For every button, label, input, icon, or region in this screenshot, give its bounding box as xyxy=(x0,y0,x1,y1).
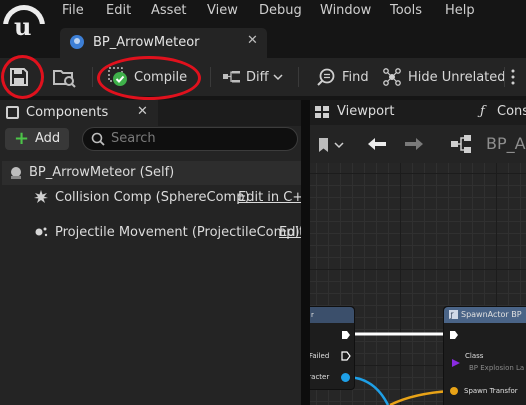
class-pin-icon[interactable] xyxy=(452,359,460,367)
editor-tab-bar: Viewport ƒ Cons xyxy=(310,100,526,125)
menu-bar: u File Edit Asset View Debug Window Tool… xyxy=(0,0,526,47)
graph-node-left[interactable]: r t Failed aracter xyxy=(310,306,355,390)
diff-icon xyxy=(223,71,240,83)
add-label: Add xyxy=(35,131,61,146)
diff-label: Diff xyxy=(246,69,269,85)
menu-asset[interactable]: Asset xyxy=(151,3,187,18)
blueprint-icon xyxy=(70,35,84,49)
graph-breadcrumb: BP_A xyxy=(486,134,526,153)
event-graph-canvas[interactable]: r t Failed aracter ƒ SpawnActor BP Class… xyxy=(310,163,526,405)
search-icon xyxy=(91,132,105,146)
self-label: BP_ArrowMeteor (Self) xyxy=(29,165,175,180)
class-pin-label: Class xyxy=(465,352,484,360)
projectile-movement-label: Projectile Movement (ProjectileComp) xyxy=(55,225,300,240)
back-arrow-icon[interactable] xyxy=(367,137,387,151)
components-icon xyxy=(6,106,19,119)
toolbar-separator xyxy=(210,67,211,87)
spawn-actor-node[interactable]: ƒ SpawnActor BP Class BP Explosion La Sp… xyxy=(443,306,526,405)
component-tree-self-row[interactable]: BP_ArrowMeteor (Self) xyxy=(2,161,301,185)
browse-button[interactable] xyxy=(52,64,78,90)
hide-unrelated-button[interactable]: Hide Unrelated xyxy=(382,64,506,90)
menu-file[interactable]: File xyxy=(62,3,84,18)
close-tab-icon[interactable]: ✕ xyxy=(247,33,258,48)
exec-in-pin-icon[interactable] xyxy=(449,330,459,340)
more-options-icon xyxy=(511,69,515,85)
node-header xyxy=(310,307,354,323)
actor-self-icon xyxy=(11,167,21,179)
menu-tools[interactable]: Tools xyxy=(390,3,422,18)
chevron-down-icon xyxy=(273,74,283,81)
graph-toolbar: BP_A xyxy=(310,125,526,163)
projectile-movement-icon xyxy=(35,227,48,237)
transform-wire xyxy=(389,389,451,405)
toolbar-separator xyxy=(92,67,93,87)
find-icon xyxy=(317,68,335,86)
find-label: Find xyxy=(342,69,369,85)
collision-comp-label: Collision Comp (SphereComp) xyxy=(55,190,250,205)
object-pin-icon[interactable] xyxy=(341,373,350,382)
search-placeholder: Search xyxy=(111,131,156,146)
event-graph-icon xyxy=(451,135,471,153)
compile-label: Compile xyxy=(134,69,188,85)
hide-unrelated-icon xyxy=(383,68,401,86)
spawn-node-title: SpawnActor BP xyxy=(461,310,522,319)
browse-folder-icon xyxy=(53,70,76,88)
panel-splitter[interactable] xyxy=(301,100,310,405)
document-tab-bar: BP_ArrowMeteor ✕ xyxy=(0,24,526,58)
bookmark-icon[interactable] xyxy=(318,137,344,153)
viewport-icon xyxy=(315,106,329,118)
more-options-button[interactable] xyxy=(510,64,516,90)
compile-button[interactable]: Compile xyxy=(108,64,187,90)
forward-arrow-icon[interactable] xyxy=(404,137,424,151)
toolbar-separator xyxy=(504,67,505,87)
exec-out-pin-icon[interactable] xyxy=(341,330,351,340)
menu-debug[interactable]: Debug xyxy=(259,3,302,18)
components-search-input[interactable]: Search xyxy=(82,127,298,151)
tab-title: BP_ArrowMeteor xyxy=(93,35,200,50)
class-pin-value: BP Explosion La xyxy=(469,364,525,372)
blueprint-toolbar: Compile Diff Find Hide Unrelated xyxy=(0,58,526,96)
tab-bp-arrowmeteor[interactable]: BP_ArrowMeteor ✕ xyxy=(60,28,267,58)
transform-pin-icon[interactable] xyxy=(450,387,458,395)
left-node-pin-character: aracter xyxy=(310,373,330,381)
diff-button[interactable]: Diff xyxy=(222,64,283,90)
compile-success-icon xyxy=(108,67,127,86)
exec-failed-pin-icon[interactable] xyxy=(341,351,351,361)
close-panel-icon[interactable]: ✕ xyxy=(137,104,148,119)
function-icon: ƒ xyxy=(480,104,485,119)
components-panel-header: Components ✕ xyxy=(0,100,301,126)
hide-unrelated-label: Hide Unrelated xyxy=(408,69,506,85)
menu-help[interactable]: Help xyxy=(445,3,475,18)
sphere-collision-icon xyxy=(34,190,48,203)
find-button[interactable]: Find xyxy=(316,64,369,90)
components-title: Components xyxy=(26,105,109,120)
add-component-button[interactable]: + Add xyxy=(5,128,69,150)
save-icon xyxy=(10,68,28,86)
menu-edit[interactable]: Edit xyxy=(106,3,131,18)
toolbar-separator xyxy=(298,67,299,87)
left-node-title: r xyxy=(311,311,314,319)
save-button[interactable] xyxy=(8,64,34,90)
left-node-pin-failed: t Failed xyxy=(310,352,330,360)
tab-viewport[interactable]: Viewport xyxy=(337,104,395,119)
menu-window[interactable]: Window xyxy=(320,3,371,18)
menu-view[interactable]: View xyxy=(207,3,238,18)
spawn-function-icon: ƒ xyxy=(449,310,458,319)
tab-construction-script[interactable]: Cons xyxy=(497,104,526,119)
transform-pin-label: Spawn Transfor xyxy=(464,387,518,395)
plus-icon: + xyxy=(14,128,30,149)
